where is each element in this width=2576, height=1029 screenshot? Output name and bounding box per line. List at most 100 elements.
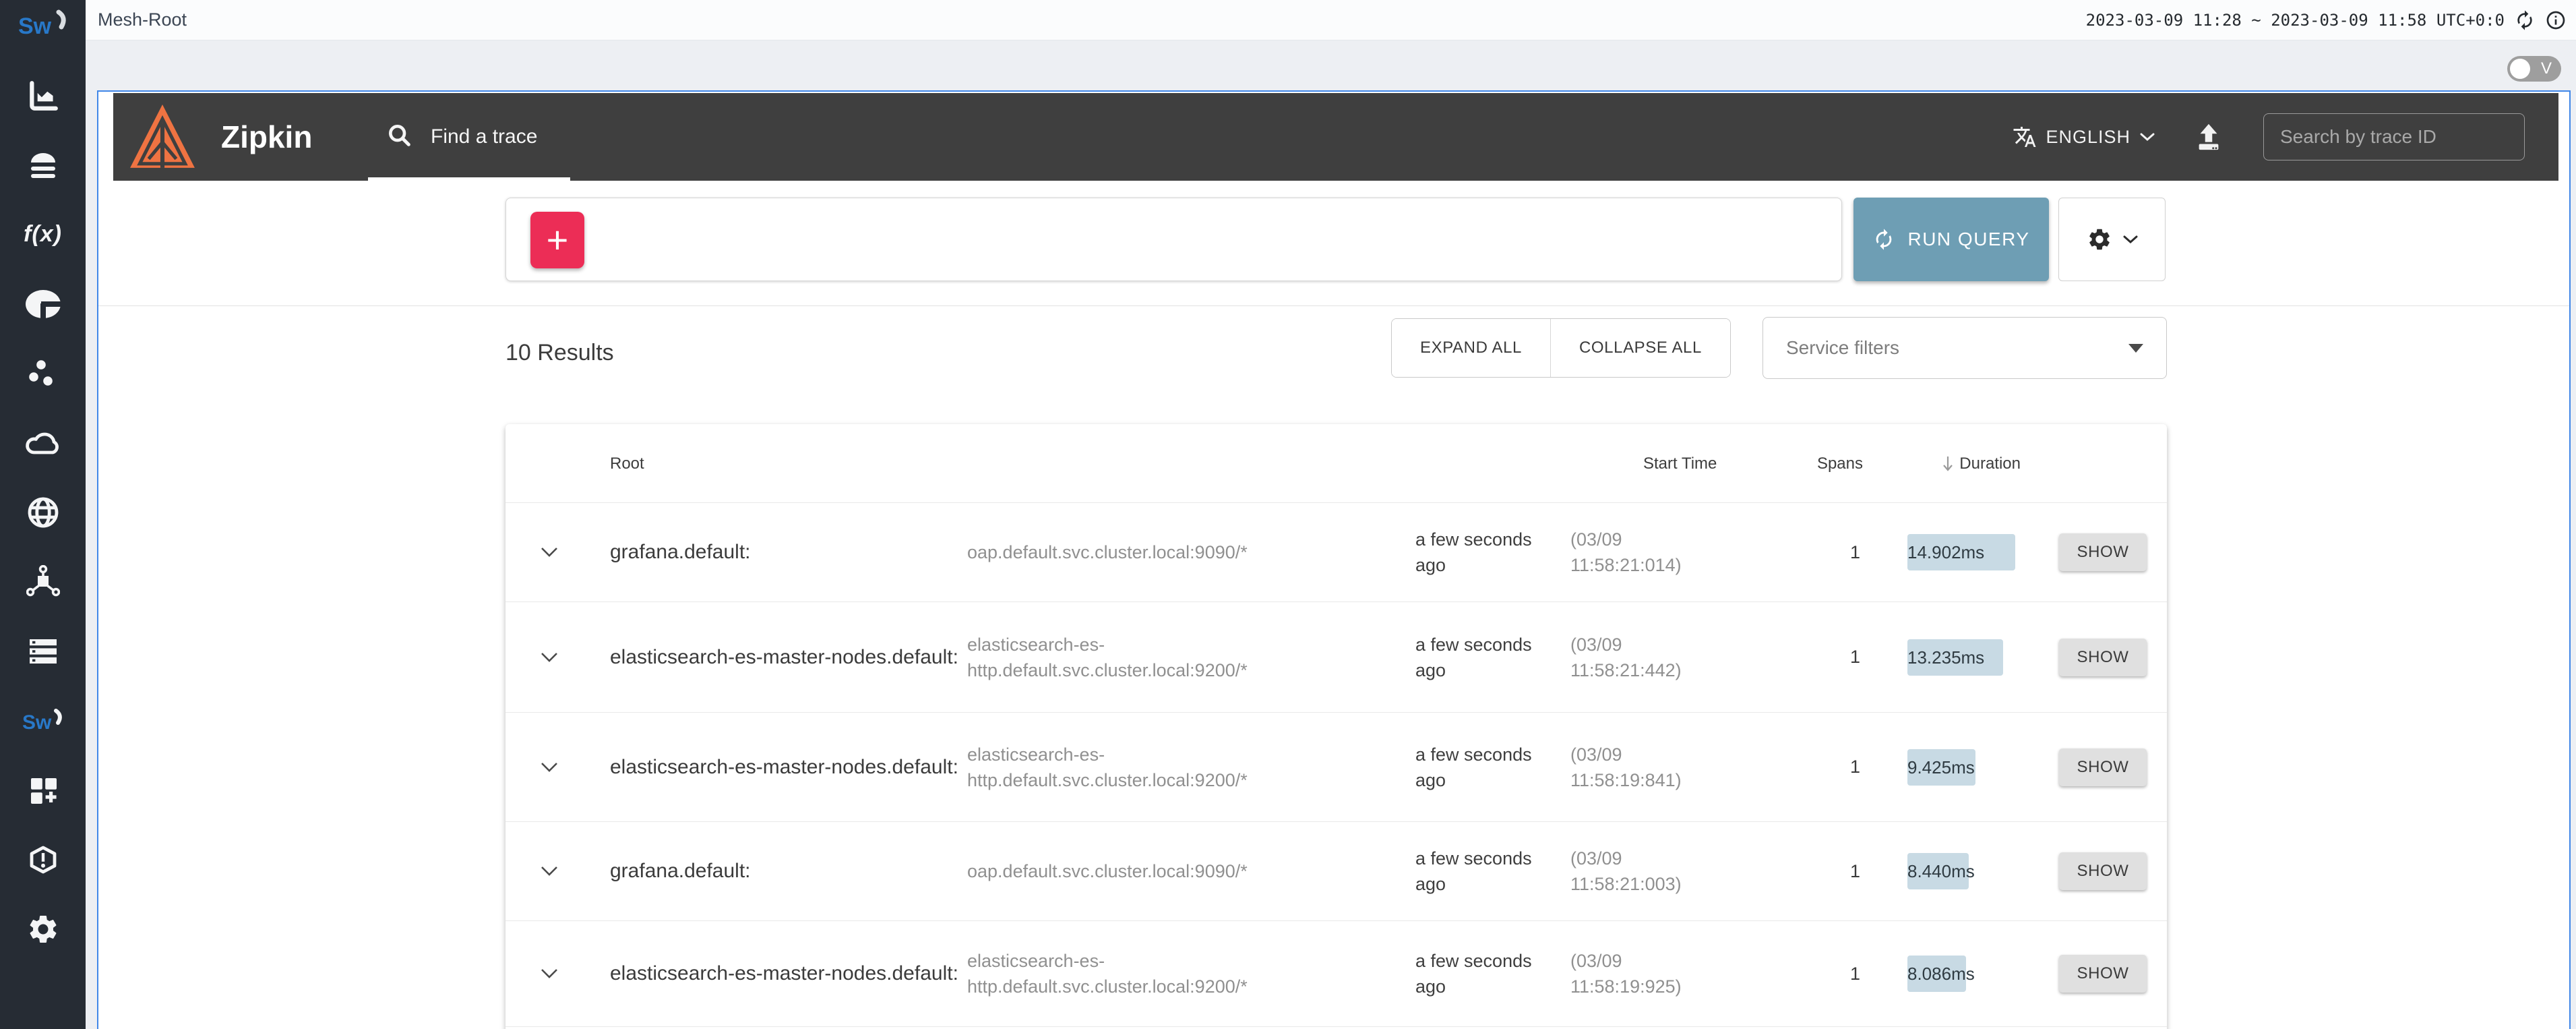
zipkin-logo[interactable] — [128, 102, 197, 175]
trace-start-time: (03/09 11:58:19:841) — [1570, 742, 1712, 793]
trace-start-time: (03/09 11:58:21:003) — [1570, 846, 1712, 897]
sidebar-item-settings[interactable] — [0, 894, 86, 964]
sidebar-item-skywalking[interactable]: Sw — [0, 686, 86, 755]
trace-row[interactable]: elasticsearch-es-master-nodes.default: e… — [505, 713, 2167, 822]
refresh-icon[interactable] — [2514, 9, 2536, 31]
results-table: Root Start Time Spans Duration grafana.d… — [505, 424, 2167, 1029]
trace-row[interactable]: grafana.default: oap.default.svc.cluster… — [505, 822, 2167, 921]
trace-id-search-input[interactable] — [2263, 113, 2525, 160]
zipkin-header: Zipkin Find a trace ENGLISH — [113, 93, 2558, 181]
tab-find-a-trace[interactable]: Find a trace — [386, 93, 537, 181]
results-toolbar: 10 Results EXPAND ALL COLLAPSE ALL Servi… — [98, 306, 2569, 424]
sidebar-item-functions[interactable]: f(x) — [0, 200, 86, 269]
column-start-time[interactable]: Start Time — [1643, 424, 1717, 503]
toggle-knob — [2510, 59, 2530, 79]
pie-chart-icon — [25, 289, 61, 320]
show-trace-button[interactable]: SHOW — [2059, 955, 2147, 993]
trace-duration: 14.902ms — [1907, 533, 2015, 571]
trace-endpoint: oap.default.svc.cluster.local:9090/* — [967, 539, 1375, 565]
sidebar-item-topology[interactable] — [0, 547, 86, 616]
sidebar-item-services[interactable] — [0, 616, 86, 686]
trace-start-time: (03/09 11:58:21:014) — [1570, 527, 1712, 578]
trace-endpoint: elasticsearch-es-http.default.svc.cluste… — [967, 632, 1375, 683]
column-root[interactable]: Root — [610, 424, 644, 503]
zipkin-header-right: ENGLISH — [2013, 93, 2525, 181]
trace-span-count: 1 — [1806, 647, 1860, 668]
trace-age: a few seconds ago — [1415, 527, 1543, 578]
svg-text:Sw: Sw — [22, 711, 52, 734]
results-count: 10 Results — [505, 340, 614, 366]
upload-icon[interactable] — [2193, 121, 2224, 152]
layers-icon — [26, 148, 61, 182]
sidebar: Sw f(x) — [0, 0, 86, 1029]
zipkin-frame: Zipkin Find a trace ENGLISH — [97, 90, 2571, 1029]
sidebar-item-dashboard[interactable] — [0, 61, 86, 130]
time-range[interactable]: 2023-03-09 11:28 ~ 2023-03-09 11:58 UTC+… — [2086, 11, 2505, 30]
column-spans[interactable]: Spans — [1806, 424, 1863, 503]
trace-span-count: 1 — [1806, 757, 1860, 777]
chevron-down-icon — [2139, 132, 2155, 142]
expand-row-chevron-icon[interactable] — [526, 865, 573, 877]
trace-service: grafana.default: — [610, 539, 960, 566]
expand-row-chevron-icon[interactable] — [526, 761, 573, 773]
area-chart-icon — [26, 79, 60, 113]
show-trace-button[interactable]: SHOW — [2059, 852, 2147, 890]
trace-duration: 8.440ms — [1907, 852, 2015, 890]
query-settings-button[interactable] — [2058, 198, 2166, 281]
expand-all-button[interactable]: EXPAND ALL — [1392, 319, 1551, 377]
cloud-icon — [25, 430, 61, 457]
run-query-button[interactable]: RUN QUERY — [1853, 198, 2049, 281]
trace-duration: 13.235ms — [1907, 639, 2015, 676]
trace-endpoint: elasticsearch-es-http.default.svc.cluste… — [967, 948, 1375, 999]
trace-duration: 9.425ms — [1907, 748, 2015, 786]
trace-service: elasticsearch-es-master-nodes.default: — [610, 960, 960, 987]
service-filters-placeholder: Service filters — [1786, 337, 2128, 359]
language-selector[interactable]: ENGLISH — [2013, 125, 2155, 149]
time-controls: 2023-03-09 11:28 ~ 2023-03-09 11:58 UTC+… — [2086, 9, 2567, 31]
refresh-icon — [1872, 228, 1895, 251]
show-trace-button[interactable]: SHOW — [2059, 639, 2147, 676]
show-trace-button[interactable]: SHOW — [2059, 533, 2147, 571]
dropdown-arrow-icon — [2128, 344, 2143, 353]
query-criteria-box[interactable]: + — [505, 198, 1842, 281]
trace-endpoint: oap.default.svc.cluster.local:9090/* — [967, 858, 1375, 884]
gear-icon — [2087, 227, 2112, 252]
sort-descending-icon — [1942, 455, 1954, 473]
trace-span-count: 1 — [1806, 964, 1860, 984]
skywalking-logo[interactable]: Sw — [17, 7, 69, 42]
version-toggle[interactable]: V — [2507, 56, 2561, 82]
dashboard-add-icon — [27, 774, 59, 806]
function-icon: f(x) — [24, 221, 62, 247]
expand-row-chevron-icon[interactable] — [526, 968, 573, 980]
sidebar-item-events[interactable] — [0, 339, 86, 408]
tab-label: Find a trace — [431, 125, 537, 148]
trace-duration: 8.086ms — [1907, 955, 2015, 993]
trace-row[interactable]: elasticsearch-es-master-nodes.default: e… — [505, 921, 2167, 1027]
sidebar-item-cloud[interactable] — [0, 408, 86, 477]
trace-row[interactable]: grafana.default: oap.default.svc.cluster… — [505, 503, 2167, 602]
sidebar-item-profiles[interactable] — [0, 269, 86, 339]
trace-age: a few seconds ago — [1415, 846, 1543, 897]
trace-row[interactable]: elasticsearch-es-master-nodes.default: e… — [505, 602, 2167, 713]
show-trace-button[interactable]: SHOW — [2059, 748, 2147, 786]
language-label: ENGLISH — [2046, 127, 2130, 148]
collapse-all-button[interactable]: COLLAPSE ALL — [1551, 319, 1730, 377]
main-content: V Zipkin Find a trace — [86, 41, 2576, 1029]
add-criteria-button[interactable]: + — [530, 212, 584, 268]
chevron-down-icon — [2123, 235, 2138, 244]
expand-row-chevron-icon[interactable] — [526, 651, 573, 664]
trace-service: elasticsearch-es-master-nodes.default: — [610, 644, 960, 671]
info-icon[interactable] — [2545, 9, 2567, 31]
sidebar-item-alerts[interactable] — [0, 825, 86, 894]
trace-span-count: 1 — [1806, 861, 1860, 882]
expand-row-chevron-icon[interactable] — [526, 546, 573, 558]
sidebar-item-dashboards-new[interactable] — [0, 755, 86, 825]
sidebar-item-browser[interactable] — [0, 477, 86, 547]
skywalking-icon: Sw — [22, 707, 64, 734]
service-filters-dropdown[interactable]: Service filters — [1762, 317, 2167, 379]
table-header: Root Start Time Spans Duration — [505, 424, 2167, 503]
column-duration[interactable]: Duration — [1893, 424, 2021, 503]
sidebar-item-layers[interactable] — [0, 130, 86, 200]
svg-text:Sw: Sw — [18, 13, 52, 39]
trace-service: elasticsearch-es-master-nodes.default: — [610, 754, 960, 781]
